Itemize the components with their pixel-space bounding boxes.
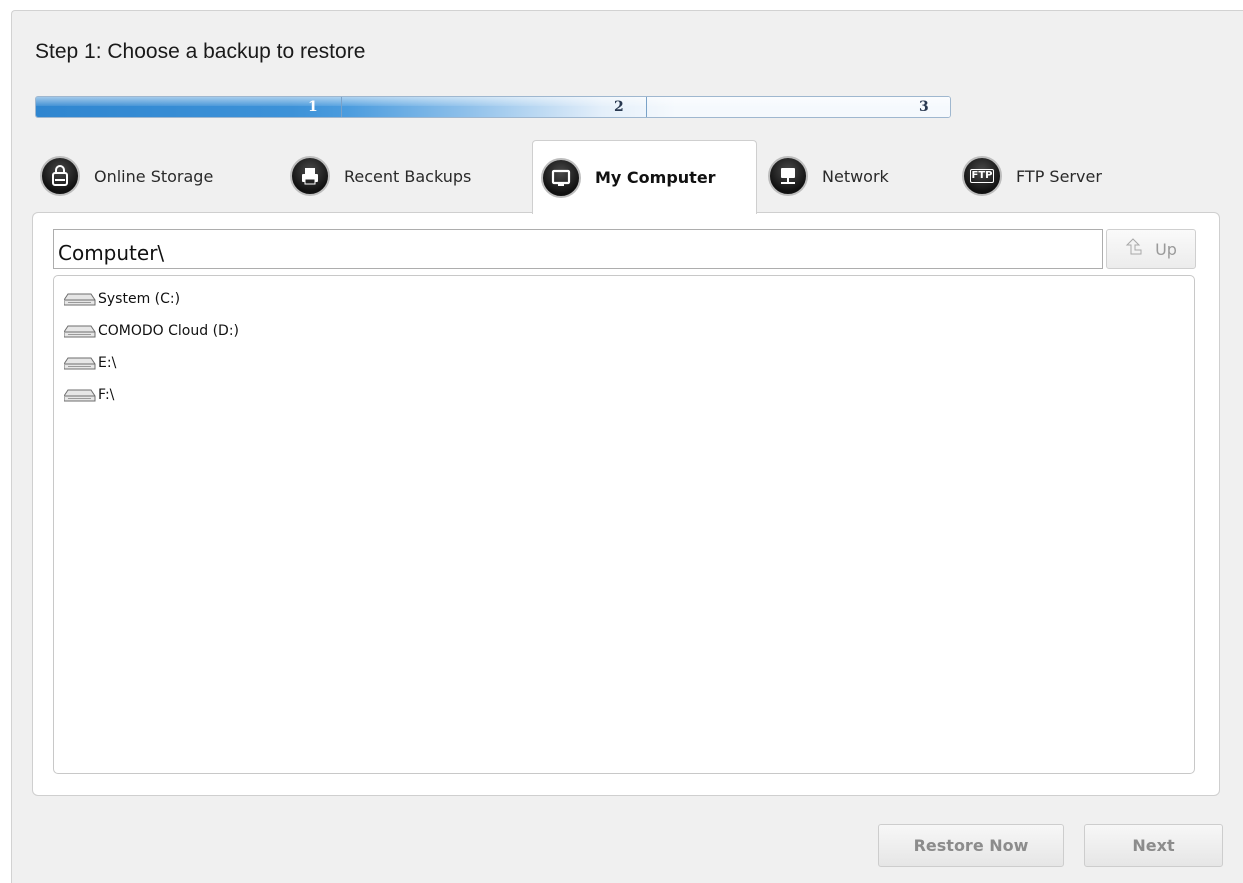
step-1-label: 1 (308, 99, 318, 115)
step-divider (341, 97, 342, 117)
step-3-label: 3 (919, 99, 929, 115)
path-field[interactable] (53, 229, 1103, 269)
list-item-label: F:\ (98, 387, 115, 403)
tab-label: Online Storage (94, 166, 214, 186)
restore-now-button[interactable]: Restore Now (878, 824, 1064, 867)
monitor-icon (541, 157, 581, 198)
hdd-lock-icon (40, 156, 80, 196)
list-item[interactable]: System (C:) (64, 286, 180, 312)
tab-my-computer[interactable]: My Computer (532, 140, 757, 214)
tab-label: Recent Backups (344, 166, 472, 186)
network-computer-icon (768, 156, 808, 196)
tab-recent-backups[interactable]: Recent Backups (290, 140, 471, 212)
file-list[interactable]: System (C:) COMODO Cloud (D:) E:\ F:\ (53, 275, 1195, 774)
tab-ftp-server[interactable]: FTP FTP Server (962, 140, 1102, 212)
drive-icon (64, 389, 96, 402)
step-progress-bar: 1 2 3 (35, 96, 951, 118)
up-button-label: Up (1155, 239, 1177, 259)
tab-label: FTP Server (1016, 166, 1102, 186)
list-item[interactable]: COMODO Cloud (D:) (64, 318, 239, 344)
list-item-label: System (C:) (98, 291, 181, 307)
drive-icon (64, 357, 96, 370)
tab-label: Network (822, 166, 889, 186)
up-button[interactable]: Up (1106, 229, 1196, 269)
list-item-label: E:\ (98, 355, 117, 371)
tab-online-storage[interactable]: Online Storage (40, 140, 213, 212)
drive-icon (64, 325, 96, 338)
list-item[interactable]: E:\ (64, 350, 116, 376)
list-item[interactable]: F:\ (64, 382, 114, 408)
drive-icon (64, 293, 96, 306)
printer-icon (290, 156, 330, 196)
tab-network[interactable]: Network (768, 140, 889, 212)
step-2-label: 2 (614, 99, 624, 115)
up-arrow-icon (1125, 238, 1143, 260)
ftp-icon: FTP (962, 156, 1002, 196)
list-item-label: COMODO Cloud (D:) (98, 323, 240, 339)
next-button[interactable]: Next (1084, 824, 1223, 867)
step-divider (646, 97, 647, 117)
tab-label: My Computer (595, 168, 716, 187)
page-title: Step 1: Choose a backup to restore (35, 40, 366, 63)
